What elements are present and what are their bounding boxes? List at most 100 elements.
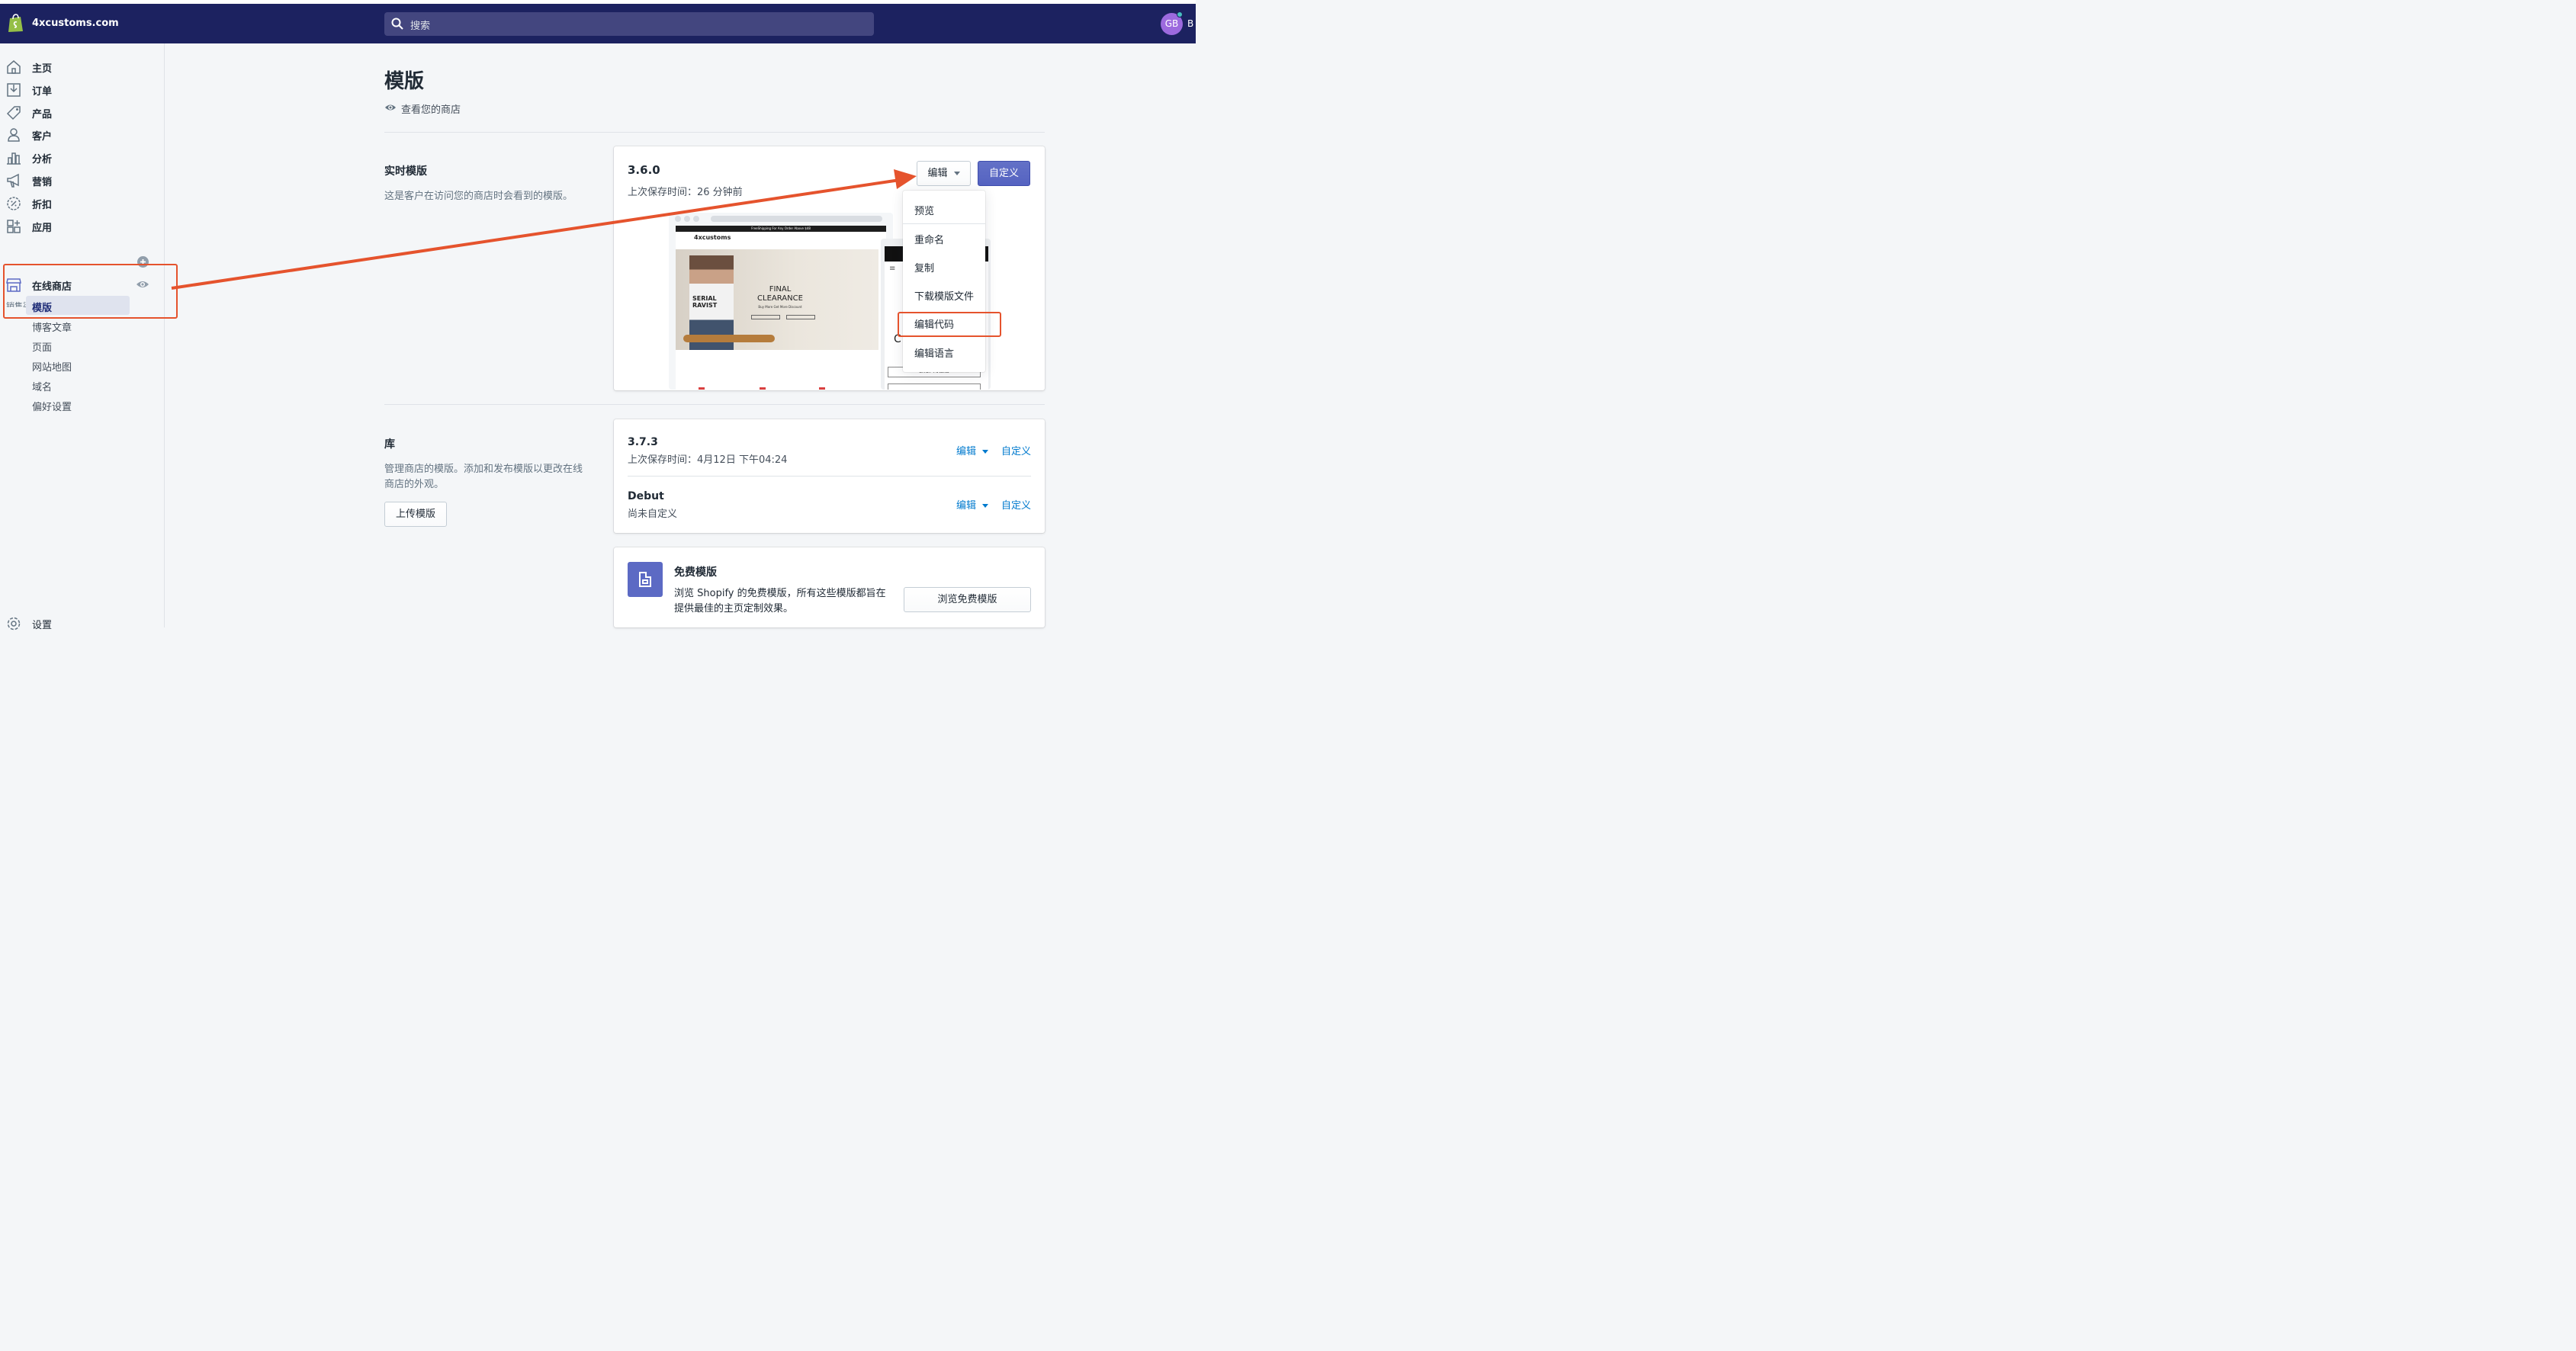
- free-themes-description-line1: 浏览 Shopify 的免费模版，所有这些模版都旨在: [674, 588, 886, 599]
- annotation-highlight-box: [898, 312, 1001, 337]
- sidebar-item-discounts[interactable]: 折扣: [0, 191, 165, 214]
- preview-hero-button: [786, 315, 815, 319]
- preview-hero-line1: FINAL: [769, 285, 792, 294]
- sidebar-item-label: 客户: [32, 131, 53, 143]
- preview-shirt-text: SERIAL RAVIST: [692, 295, 717, 309]
- preview-product-badge: [819, 387, 825, 390]
- preview-hero-line2: CLEARANCE: [757, 294, 803, 303]
- orders-icon: [7, 83, 21, 97]
- library-edit-label: 编辑: [956, 446, 977, 457]
- library-theme-name: Debut: [628, 490, 664, 502]
- menu-item-rename[interactable]: 重命名: [914, 232, 944, 246]
- preview-url-bar: [711, 216, 882, 222]
- eye-icon: [385, 104, 396, 111]
- sidebar-subitem-domains[interactable]: 域名: [32, 379, 52, 393]
- search-placeholder: 搜索: [410, 21, 431, 32]
- library-edit-dropdown[interactable]: 编辑: [956, 497, 989, 512]
- menu-item-preview[interactable]: 预览: [914, 203, 934, 217]
- sidebar-item-label: 营销: [32, 177, 53, 188]
- sidebar-item-apps[interactable]: 应用: [0, 214, 165, 237]
- preview-shirt-line1: SERIAL: [692, 295, 717, 302]
- live-theme-version: 3.6.0: [628, 163, 660, 177]
- sidebar-subitem-blog-posts[interactable]: 博客文章: [32, 319, 72, 334]
- menu-item-edit-languages[interactable]: 编辑语言: [914, 345, 954, 360]
- annotation-highlight-box: [3, 264, 178, 319]
- customer-icon: [8, 128, 20, 142]
- preview-product-badge: [699, 387, 705, 390]
- library-customize-link[interactable]: 自定义: [1001, 497, 1031, 512]
- window-dot-icon: [693, 216, 699, 222]
- sidebar-item-home[interactable]: 主页: [0, 55, 165, 78]
- sidebar-item-label: 订单: [32, 86, 53, 98]
- divider: [384, 404, 1045, 405]
- preview-hero-image: SERIAL RAVIST FINAL CLEARANCE Buy More Get…: [676, 249, 878, 350]
- sidebar-item-analytics[interactable]: 分析: [0, 146, 165, 168]
- search-icon: [391, 18, 403, 30]
- account-name[interactable]: B: [1187, 18, 1193, 29]
- free-themes-description-line2: 提供最佳的主页定制效果。: [674, 603, 794, 615]
- tag-icon: [6, 106, 21, 120]
- free-themes-heading: 免费模版: [674, 566, 717, 579]
- sidebar-subitem-preferences[interactable]: 偏好设置: [32, 399, 72, 413]
- preview-hero-heading: FINAL CLEARANCE: [746, 285, 814, 303]
- live-theme-description: 这是客户在访问您的商店时会看到的模版。: [384, 191, 573, 202]
- sidebar-item-label: 产品: [32, 109, 53, 120]
- edit-button-label: 编辑: [927, 168, 948, 179]
- theme-preview-desktop: FreeShipping For Any Order Above $48 4xc…: [669, 213, 893, 390]
- sidebar-item-label: 折扣: [32, 200, 53, 211]
- sidebar-item-customers[interactable]: 客户: [0, 123, 165, 146]
- sidebar: 主页 订单 产品 客户 分析 营销 折扣 应用 销售渠道 在线商店 模版 博客文…: [0, 43, 165, 631]
- view-store-link[interactable]: 查看您的商店: [384, 101, 461, 116]
- upload-theme-button[interactable]: 上传模版: [384, 502, 447, 527]
- megaphone-icon: [7, 173, 19, 188]
- chevron-down-icon: [982, 450, 989, 454]
- chevron-down-icon: [982, 504, 989, 508]
- library-customize-link[interactable]: 自定义: [1001, 443, 1031, 457]
- chevron-down-icon: [953, 172, 960, 175]
- live-theme-heading: 实时模版: [384, 165, 427, 178]
- analytics-icon: [7, 152, 21, 165]
- gear-icon: [7, 617, 21, 631]
- explore-free-themes-button[interactable]: 浏览免费模版: [904, 587, 1031, 612]
- notification-dot-icon: [1177, 11, 1183, 18]
- sidebar-item-products[interactable]: 产品: [0, 101, 165, 124]
- hamburger-icon: ≡: [889, 265, 896, 273]
- search-input[interactable]: 搜索: [384, 12, 874, 36]
- preview-mobile-button: [888, 383, 981, 390]
- sidebar-item-orders[interactable]: 订单: [0, 78, 165, 101]
- store-name[interactable]: 4xcustoms.com: [32, 18, 119, 29]
- sidebar-item-settings[interactable]: 设置: [0, 611, 165, 634]
- window-dot-icon: [684, 216, 690, 222]
- preview-skateboard: [683, 335, 775, 342]
- menu-item-download[interactable]: 下载模版文件: [914, 288, 974, 303]
- discount-icon: [7, 197, 21, 210]
- sidebar-subitem-pages[interactable]: 页面: [32, 339, 52, 354]
- shopify-logo-icon[interactable]: [8, 14, 24, 33]
- top-bar: 4xcustoms.com 搜索 GB B: [0, 0, 1196, 43]
- sidebar-item-marketing[interactable]: 营销: [0, 168, 165, 191]
- sidebar-item-label: 主页: [32, 63, 53, 75]
- preview-banner: FreeShipping For Any Order Above $48: [676, 226, 886, 232]
- theme-store-icon: [628, 562, 663, 597]
- library-description-line1: 管理商店的模版。添加和发布模版以更改在线: [384, 464, 583, 475]
- edit-dropdown-button[interactable]: 编辑: [917, 161, 971, 186]
- home-icon: [7, 60, 21, 74]
- sidebar-subitem-navigation[interactable]: 网站地图: [32, 359, 72, 374]
- library-theme-status: 上次保存时间：4月12日 下午04:24: [628, 454, 788, 466]
- library-edit-dropdown[interactable]: 编辑: [956, 443, 989, 457]
- library-heading: 库: [384, 438, 395, 451]
- preview-page: FreeShipping For Any Order Above $48 4xc…: [676, 226, 886, 390]
- live-theme-saved-time: 上次保存时间：26 分钟前: [628, 187, 743, 198]
- page-title: 模版: [384, 70, 425, 93]
- divider: [384, 132, 1045, 133]
- preview-hero-button: [751, 315, 780, 319]
- sidebar-item-label: 应用: [32, 223, 53, 234]
- preview-product-badge: [760, 387, 766, 390]
- library-theme-status: 尚未自定义: [628, 509, 678, 520]
- sidebar-item-label: 分析: [32, 154, 53, 165]
- menu-item-duplicate[interactable]: 复制: [914, 260, 934, 274]
- customize-button[interactable]: 自定义: [978, 161, 1030, 186]
- sidebar-item-label: 设置: [32, 620, 53, 631]
- preview-hero-subtitle: Buy More Get More Discount: [758, 305, 802, 309]
- divider: [628, 476, 1031, 477]
